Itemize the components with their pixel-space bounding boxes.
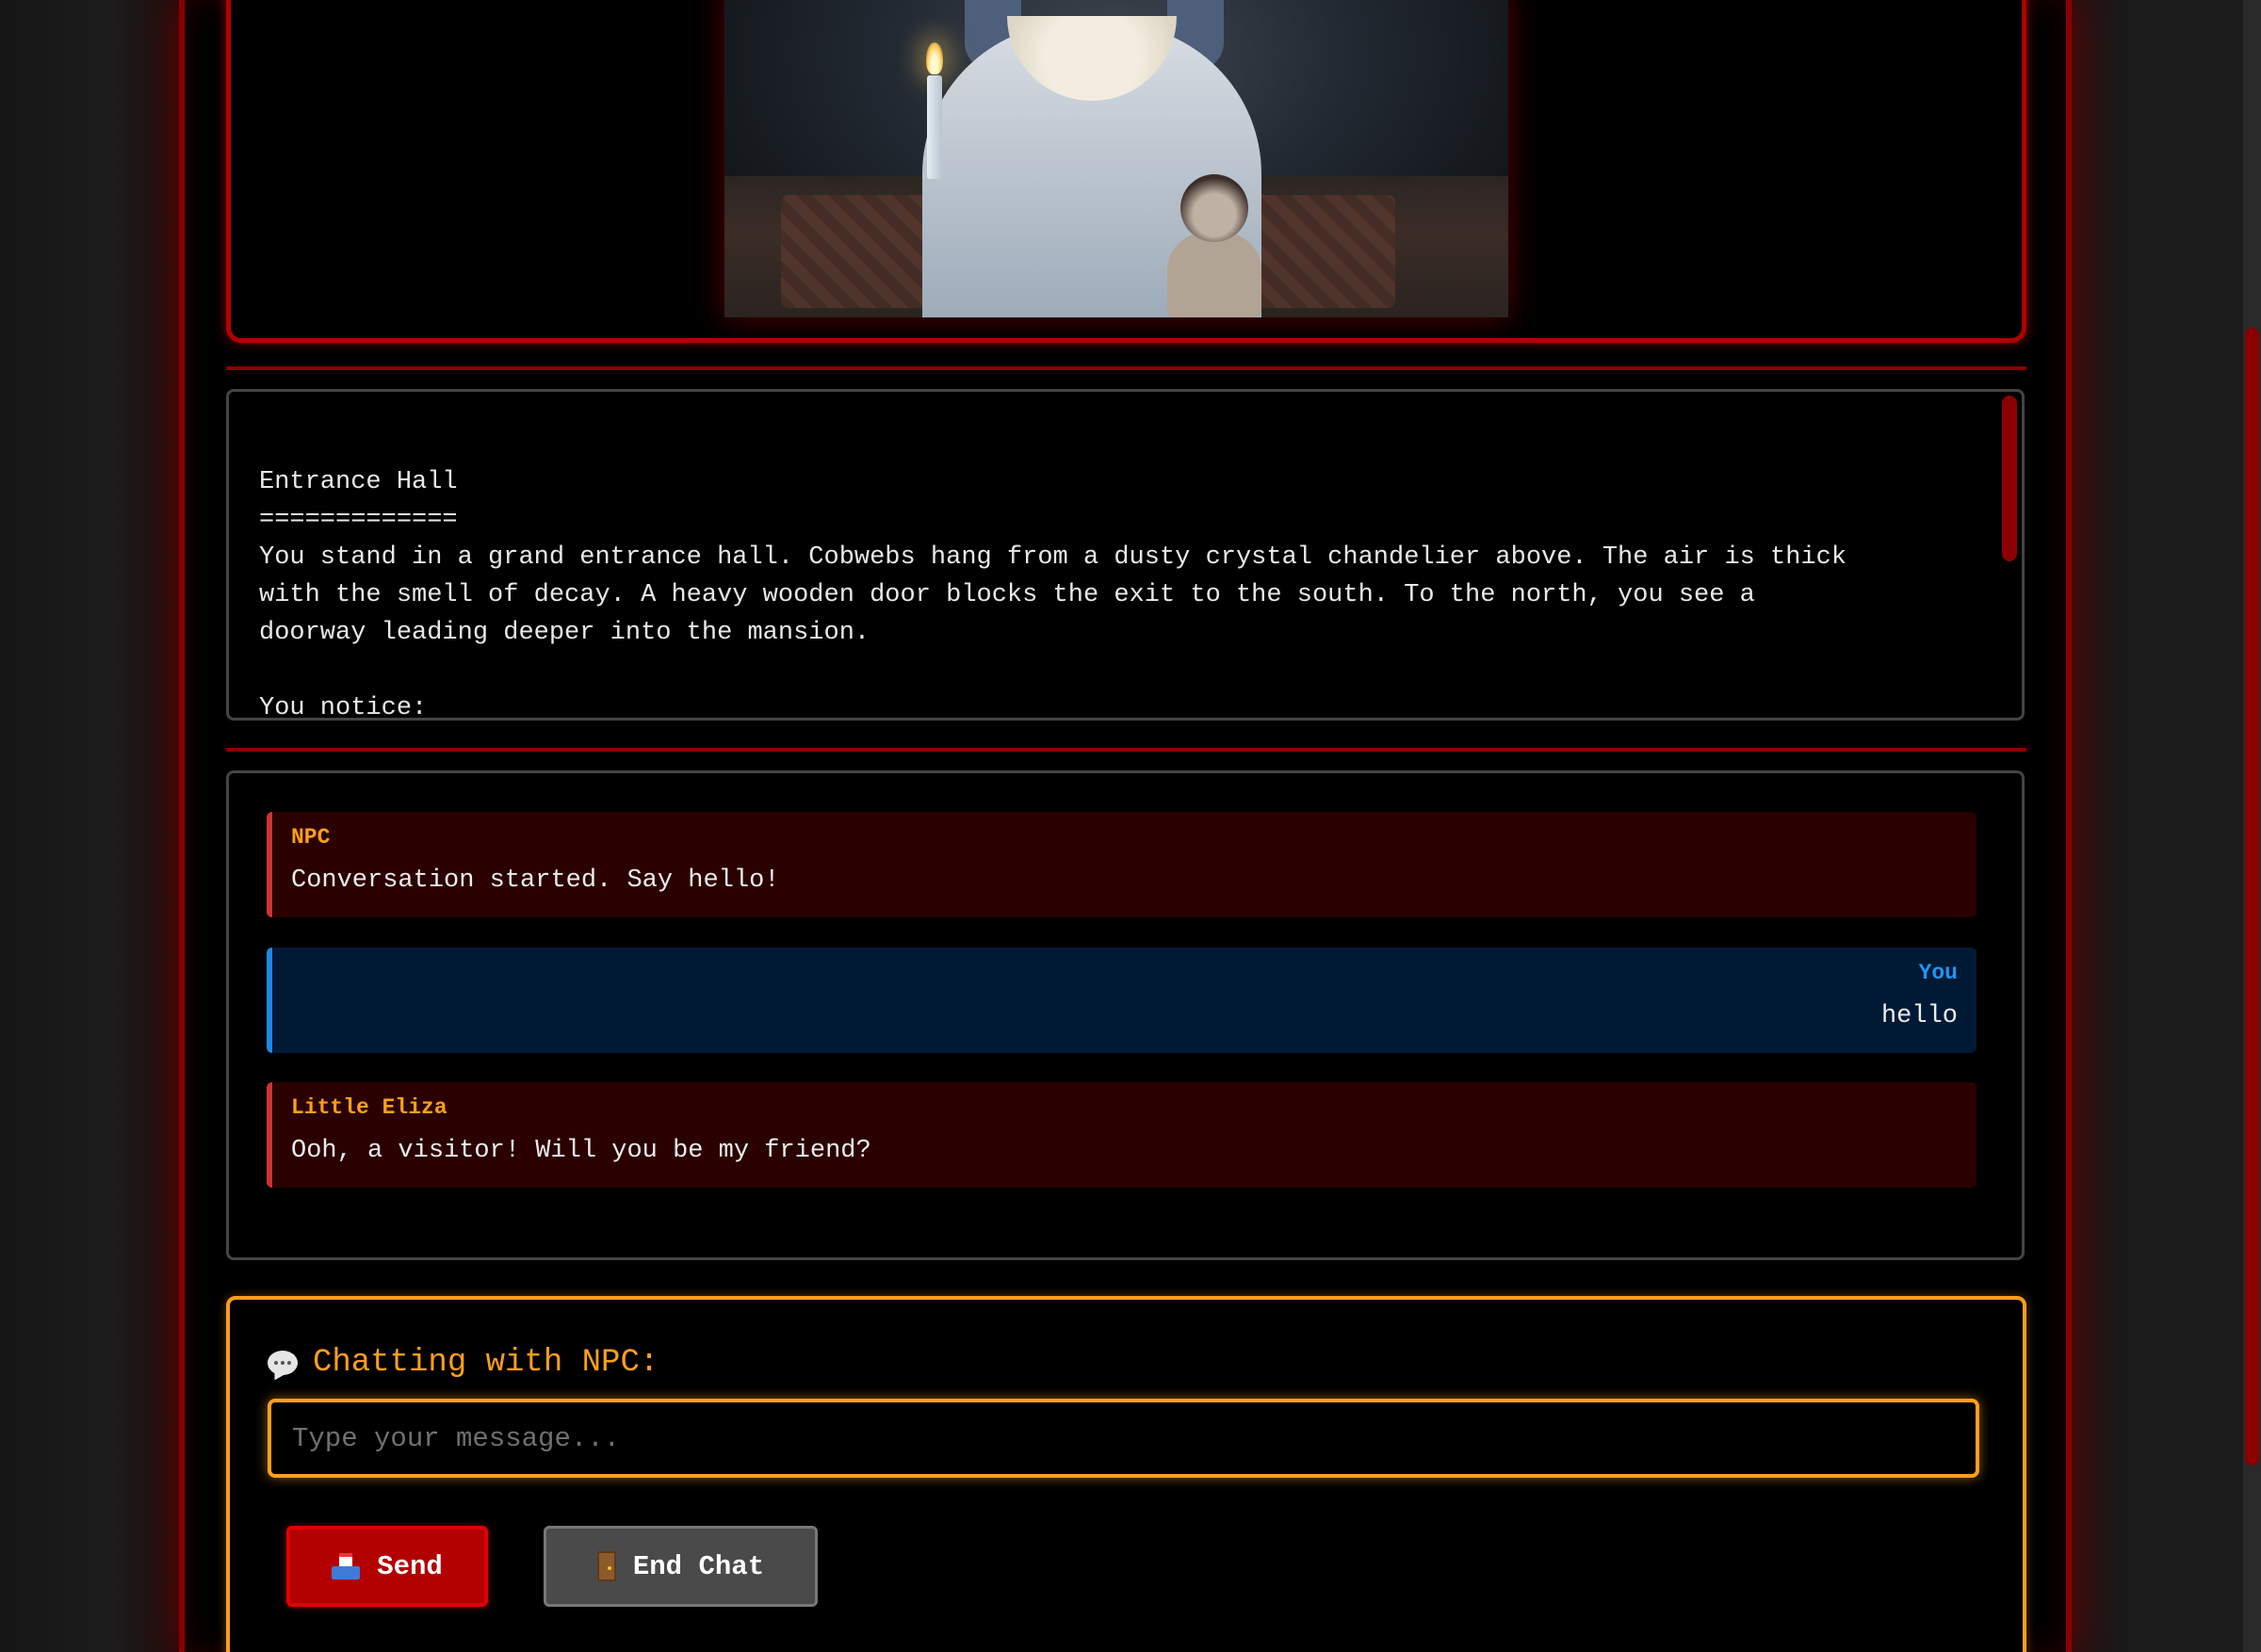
message-text: Conversation started. Say hello!	[291, 866, 780, 895]
scene-image	[724, 0, 1508, 317]
chat-log: NPC Conversation started. Say hello! You…	[226, 770, 2025, 1260]
send-button-label: Send	[377, 1550, 443, 1582]
page-scrollbar-thumb[interactable]	[2245, 328, 2259, 1466]
message-text: hello	[1880, 1002, 1958, 1030]
doll-body	[1167, 233, 1261, 317]
message-input[interactable]	[268, 1399, 1979, 1478]
game-page: Entrance Hall ============= You stand in…	[0, 0, 2261, 1652]
chat-message-you: You hello	[267, 947, 1976, 1053]
game-container: Entrance Hall ============= You stand in…	[179, 0, 2072, 1652]
doll-head	[1180, 174, 1248, 242]
chat-input-panel: Chatting with NPC: Send End Chat	[226, 1296, 2026, 1652]
message-text: Ooh, a visitor! Will you be my friend?	[291, 1137, 871, 1165]
chat-message-npc: NPC Conversation started. Say hello!	[267, 812, 1976, 917]
candle-flame	[926, 42, 943, 74]
section-divider	[226, 366, 2026, 370]
end-chat-button[interactable]: End Chat	[544, 1526, 818, 1607]
scene-image-panel	[226, 0, 2026, 343]
room-description-box[interactable]: Entrance Hall ============= You stand in…	[226, 389, 2025, 721]
message-sender: NPC	[291, 825, 331, 850]
message-sender: You	[1918, 961, 1958, 985]
chat-title-label: Chatting with NPC:	[313, 1345, 659, 1381]
chat-message-npc: Little Eliza Ooh, a visitor! Will you be…	[267, 1082, 1976, 1188]
room-description: Entrance Hall ============= You stand in…	[259, 468, 1847, 721]
end-chat-button-label: End Chat	[632, 1550, 765, 1582]
section-divider	[226, 748, 2026, 752]
doll	[1158, 174, 1271, 317]
inbox-tray-icon	[332, 1553, 361, 1579]
message-sender: Little Eliza	[291, 1095, 447, 1120]
send-button[interactable]: Send	[286, 1526, 488, 1607]
door-icon	[596, 1551, 616, 1581]
chat-title: Chatting with NPC:	[268, 1345, 659, 1381]
candle	[927, 75, 942, 179]
speech-bubble-icon	[268, 1351, 298, 1375]
description-scrollbar[interactable]	[2002, 396, 2017, 561]
